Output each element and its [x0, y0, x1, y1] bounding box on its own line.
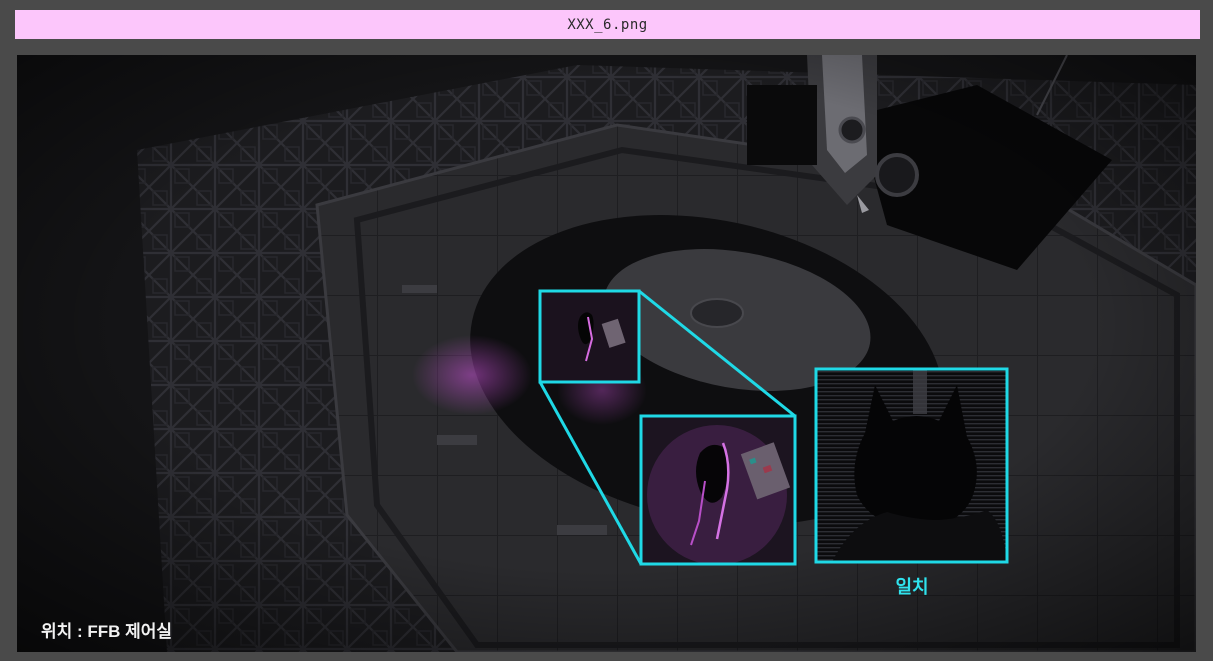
match-label: 일치 [895, 577, 929, 597]
location-caption: 위치 : FFB 제어실 [41, 622, 173, 641]
source-highlight-box [538, 289, 641, 384]
scene-image [17, 55, 1196, 652]
match-inset [814, 367, 1009, 564]
image-viewer: 일치 위치 : FFB 제어실 [17, 55, 1196, 652]
window-title-bar: XXX_6.png [15, 10, 1200, 39]
zoom-inset [639, 414, 797, 566]
window-title: XXX_6.png [567, 16, 648, 33]
